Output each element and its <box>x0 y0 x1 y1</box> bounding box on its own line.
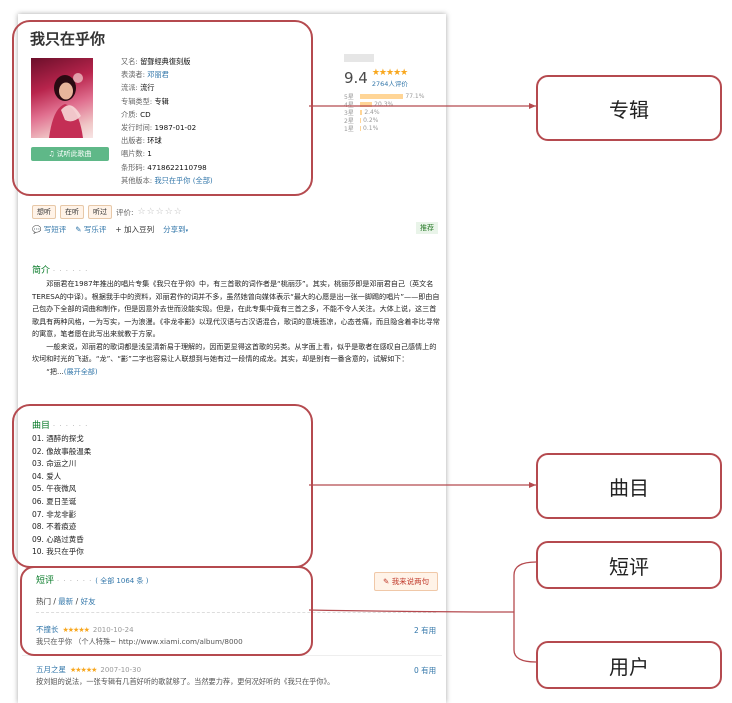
interest-row: 想听 在听 听过 评价: ☆☆☆☆☆ <box>32 205 183 219</box>
comment-useful-2[interactable]: 0 有用 <box>414 665 436 676</box>
listened-button[interactable]: 听过 <box>88 205 112 219</box>
intro-paragraph-3: “把...(展开全部) <box>46 366 98 376</box>
rating-score: 9.4 <box>344 69 368 87</box>
rating-row-label: 1星 <box>344 125 354 133</box>
rating-stars: ★★★★★ <box>371 68 408 78</box>
comments-callout: 短评 <box>536 541 722 589</box>
rating-bar <box>360 109 363 115</box>
album-highlight-box <box>12 20 313 196</box>
rating-bar <box>360 101 373 107</box>
chevron-down-icon: ▾ <box>185 228 189 234</box>
rating-bar <box>360 125 362 131</box>
comment-icon: 💬 <box>32 225 42 234</box>
comments-highlight-box <box>20 566 313 656</box>
rating-bar <box>360 93 404 99</box>
expand-all-link[interactable]: (展开全部) <box>64 367 98 376</box>
bracket-connector <box>513 561 537 663</box>
rating-title-placeholder <box>344 54 374 62</box>
album-callout: 专辑 <box>536 75 722 141</box>
rating-panel: 9.4 ★★★★★ 2764人评价 5星 77.1% 4星 20.3% 3星 2.4% 2星… <box>344 54 444 133</box>
rating-count-link[interactable]: 2764人评价 <box>372 78 408 88</box>
comment-date: 2007-10-30 <box>100 665 142 674</box>
tracks-arrowhead <box>529 482 536 488</box>
rating-row-percent: 77.1% <box>405 92 425 100</box>
rating-bar <box>360 117 362 123</box>
rate-stars-input[interactable]: ☆☆☆☆☆ <box>138 207 183 217</box>
rating-distribution: 5星 77.1% 4星 20.3% 3星 2.4% 2星 0.2% 1星 0.1% <box>344 92 444 133</box>
recommend-button[interactable]: 推荐 <box>416 222 438 234</box>
share-link[interactable]: 分享到▾ <box>163 224 188 235</box>
want-listen-button[interactable]: 想听 <box>32 205 56 219</box>
users-callout: 用户 <box>536 641 722 689</box>
write-comment-link[interactable]: 💬 写短评 <box>32 224 66 235</box>
rating-row: 1星 0.1% <box>344 124 444 133</box>
action-row: 💬 写短评 ✎ 写乐评 + 加入豆列 分享到▾ <box>32 224 188 235</box>
tracks-callout: 曲目 <box>536 453 722 519</box>
comment-user[interactable]: 五月之星 <box>36 664 66 675</box>
tracks-highlight-box <box>12 404 313 568</box>
add-doulist-link[interactable]: + 加入豆列 <box>115 224 154 235</box>
rating-row-percent: 2.4% <box>364 108 380 116</box>
comment-text: 按刘姐的说法，一张专辑有几首好听的歌就够了。当然要力荐，更何况好听的《我只在乎你… <box>36 677 335 686</box>
comment-stars: ★★★★★ <box>70 665 97 674</box>
intro-paragraph-1: 邓丽君在1987年推出的唱片专集《我只在乎你》中，有三首歌的词作者是“桃丽莎”。… <box>32 279 440 338</box>
rating-row-percent: 0.2% <box>363 116 379 124</box>
write-review-link[interactable]: ✎ 写乐评 <box>75 224 106 235</box>
plus-icon: + <box>115 225 122 234</box>
album-arrowhead <box>529 103 536 109</box>
pencil-icon: ✎ <box>75 225 82 234</box>
rate-label: 评价: <box>116 207 134 217</box>
intro-text: 邓丽君在1987年推出的唱片专集《我只在乎你》中，有三首歌的词作者是“桃丽莎”。… <box>32 278 442 378</box>
rating-row-percent: 20.3% <box>374 100 394 108</box>
comment-item-2: 五月之星 ★★★★★ 2007-10-30 按刘姐的说法，一张专辑有几首好听的歌… <box>36 664 436 687</box>
intro-paragraph-2: 一般来说，邓丽君的歌词都是浅显清新易于理解的，因而更显得这首歌的另类。从字面上看… <box>32 341 437 364</box>
listening-button[interactable]: 在听 <box>60 205 84 219</box>
rating-row-percent: 0.1% <box>363 124 379 132</box>
write-comment-button[interactable]: ✎ 我来说两句 <box>374 572 439 591</box>
intro-heading: 简介 · · · · · · <box>32 266 89 276</box>
comment-useful-1[interactable]: 2 有用 <box>414 625 436 636</box>
pencil-icon: ✎ <box>383 577 390 586</box>
